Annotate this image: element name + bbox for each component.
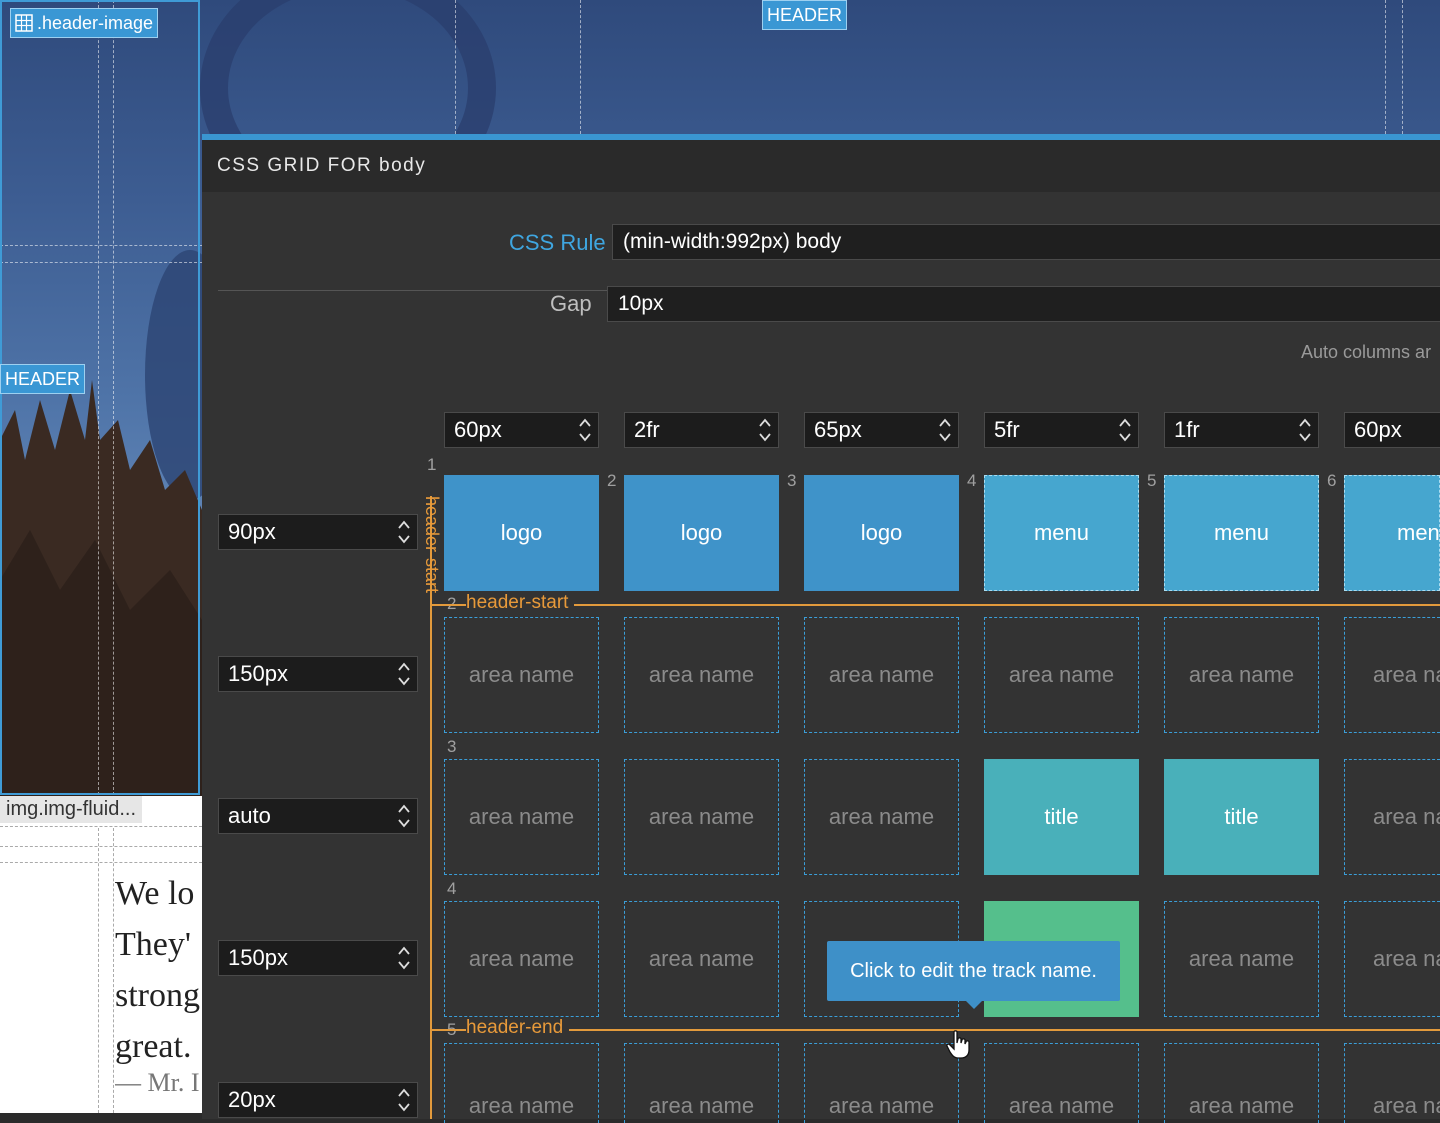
grid-cell-menu[interactable]: menu [984, 475, 1139, 591]
image-tag-label[interactable]: img.img-fluid... [0, 796, 143, 823]
stepper-arrows-icon[interactable] [397, 517, 411, 547]
grid-cell-empty[interactable]: area name [444, 759, 599, 875]
column-track-6-input[interactable]: 60px [1344, 412, 1440, 448]
grid-cell-empty[interactable]: area name [444, 617, 599, 733]
named-column-line-label[interactable]: header-start [421, 496, 442, 593]
row-track-1-input[interactable]: 90px [218, 514, 418, 550]
grid-cell-empty[interactable]: area name [624, 1043, 779, 1123]
stepper-arrows-icon[interactable] [578, 415, 592, 445]
row-track-4-input[interactable]: 150px [218, 940, 418, 976]
grid-icon [15, 14, 33, 32]
header-image-label[interactable]: .header-image [10, 8, 159, 38]
grid-cell-empty[interactable]: area name [1164, 617, 1319, 733]
stepper-arrows-icon[interactable] [758, 415, 772, 445]
row-line-number: 4 [447, 879, 457, 898]
row-track-3-input[interactable]: auto [218, 798, 418, 834]
header-image-outline [0, 0, 200, 795]
quote-text: We lo They' strong great. [115, 868, 202, 1072]
column-track-3-input[interactable]: 65px [804, 412, 959, 448]
css-rule-label[interactable]: CSS Rule [509, 230, 606, 256]
gap-field[interactable]: 10px [607, 286, 1440, 322]
column-track-value: 2fr [634, 417, 660, 442]
named-row-line-label[interactable]: header-end [466, 1017, 570, 1039]
grid-cell-title[interactable]: title [1164, 759, 1319, 875]
column-track-value: 60px [1354, 417, 1402, 442]
grid-cell-menu[interactable]: men [1344, 475, 1440, 591]
stepper-arrows-icon[interactable] [397, 943, 411, 973]
grid-cell-logo[interactable]: logo [804, 475, 959, 591]
named-row-line [430, 1029, 1440, 1031]
column-line-number: 3 [787, 471, 797, 490]
row-track-value: 90px [228, 519, 276, 544]
stepper-arrows-icon[interactable] [1298, 415, 1312, 445]
gap-label: Gap [550, 291, 592, 316]
row-track-value: 150px [228, 945, 288, 970]
column-track-1-input[interactable]: 60px [444, 412, 599, 448]
grid-cell-empty[interactable]: area name [624, 617, 779, 733]
panel-title: CSS GRID FOR body [202, 140, 1440, 192]
column-line-number: 1 [427, 455, 437, 474]
grid-cell-empty[interactable]: area name [444, 901, 599, 1017]
column-line-number: 6 [1327, 471, 1337, 490]
header-image-label-text: .header-image [37, 13, 154, 33]
grid-cell-empty[interactable]: area name [1164, 1043, 1319, 1123]
quote-line: We lo [115, 875, 195, 912]
grid-cell-logo[interactable]: logo [624, 475, 779, 591]
column-track-value: 65px [814, 417, 862, 442]
column-line-number: 5 [1147, 471, 1157, 490]
column-line-number: 4 [967, 471, 977, 490]
column-track-value: 1fr [1174, 417, 1200, 442]
grid-cell-logo[interactable]: logo [444, 475, 599, 591]
grid-cell-empty[interactable]: area na [1344, 617, 1440, 733]
stepper-arrows-icon[interactable] [938, 415, 952, 445]
grid-cell-empty[interactable]: area name [624, 759, 779, 875]
row-track-2-input[interactable]: 150px [218, 656, 418, 692]
column-line-number: 2 [607, 471, 617, 490]
grid-cell-title[interactable]: title [984, 759, 1139, 875]
stepper-arrows-icon[interactable] [1118, 415, 1132, 445]
named-row-line-label[interactable]: header-start [466, 592, 575, 614]
row-line-number: 3 [447, 737, 457, 756]
row-track-value: auto [228, 803, 271, 828]
grid-cell-menu[interactable]: menu [1164, 475, 1319, 591]
row-track-value: 150px [228, 661, 288, 686]
column-track-5-input[interactable]: 1fr [1164, 412, 1319, 448]
grid-cell-empty[interactable]: area name [804, 1043, 959, 1123]
quote-line: great. [115, 1028, 192, 1065]
grid-cell-empty[interactable]: area name [804, 617, 959, 733]
auto-columns-label: Auto columns ar [1301, 342, 1432, 362]
quote-line: strong [115, 977, 200, 1014]
quote-line: They' [115, 926, 191, 963]
css-grid-panel: CSS GRID FOR body CSS Rule (min-width:99… [202, 134, 1440, 1123]
stepper-arrows-icon[interactable] [397, 801, 411, 831]
hand-cursor-icon [946, 1030, 970, 1059]
grid-cell-empty[interactable]: area name [984, 617, 1139, 733]
grid-cell-empty[interactable]: area name [1164, 901, 1319, 1017]
stepper-arrows-icon[interactable] [397, 659, 411, 689]
named-row-line [430, 604, 1440, 606]
header-label-top[interactable]: HEADER [762, 0, 848, 30]
stepper-arrows-icon[interactable] [397, 1085, 411, 1115]
row-track-value: 20px [228, 1087, 276, 1112]
column-track-value: 60px [454, 417, 502, 442]
grid-cell-empty[interactable]: area name [444, 1043, 599, 1123]
grid-cell-empty[interactable]: area name [624, 901, 779, 1017]
column-track-2-input[interactable]: 2fr [624, 412, 779, 448]
quote-attribution: — Mr. I [115, 1068, 200, 1097]
grid-cell-empty[interactable]: area na [1344, 759, 1440, 875]
header-label-side[interactable]: HEADER [0, 364, 86, 394]
grid-cell-empty[interactable]: area name [984, 1043, 1139, 1123]
css-rule-field[interactable]: (min-width:992px) body [612, 224, 1440, 260]
column-track-4-input[interactable]: 5fr [984, 412, 1139, 448]
grid-cell-empty[interactable]: area na [1344, 1043, 1440, 1123]
grid-cell-empty[interactable]: area name [804, 759, 959, 875]
track-name-tooltip: Click to edit the track name. [827, 941, 1120, 1009]
column-track-value: 5fr [994, 417, 1020, 442]
grid-cell-empty[interactable]: area na [1344, 901, 1440, 1017]
